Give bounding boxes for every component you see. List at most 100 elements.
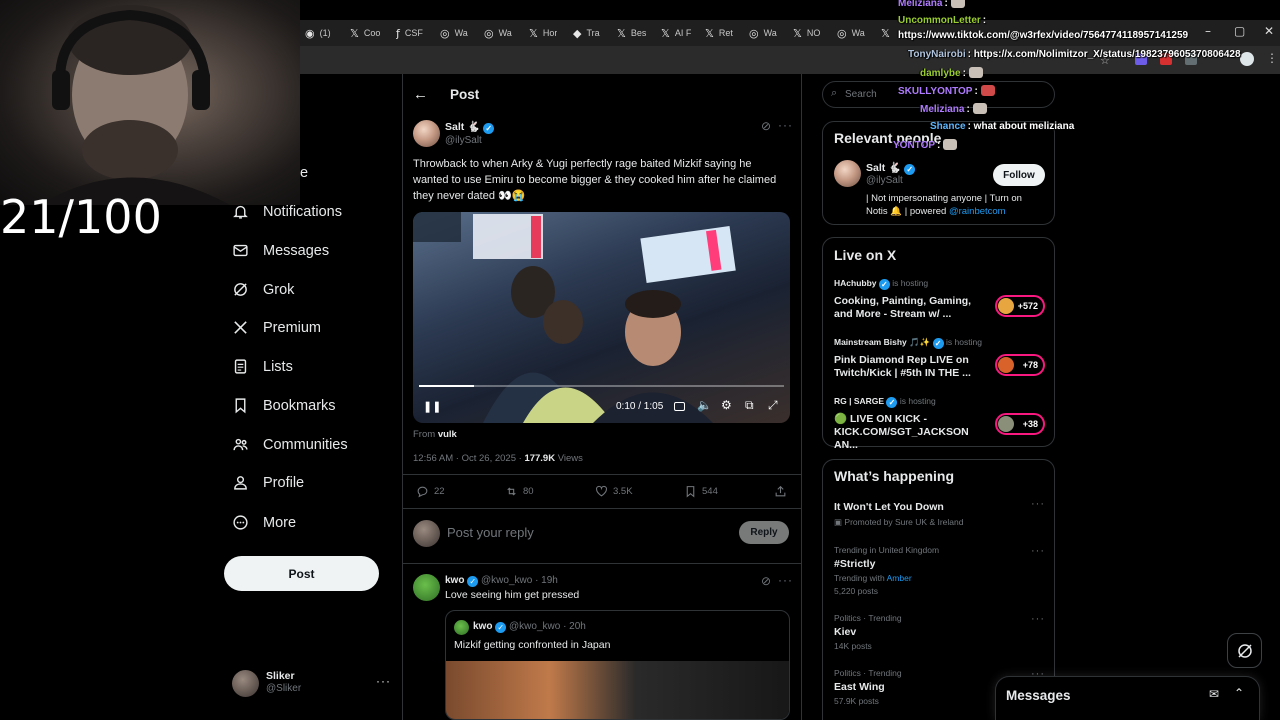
browser-menu-icon[interactable]: ⋮ — [1266, 51, 1278, 65]
more-dots-icon[interactable]: ··· — [376, 674, 391, 688]
post-author[interactable]: Salt 🐇 ✓ — [445, 120, 495, 134]
trend-posts: 57.9K posts — [834, 696, 879, 706]
browser-tab[interactable]: ◎ Wa — [837, 20, 865, 46]
avatar[interactable] — [413, 120, 440, 147]
nav-item-messages[interactable]: Messages — [232, 242, 329, 259]
reply-author[interactable]: kwo ✓ @kwo_kwo · 19h — [445, 575, 558, 587]
hosting-label: is hosting — [892, 278, 929, 288]
nav-item-lists[interactable]: Lists — [232, 358, 293, 375]
trend-name[interactable]: #Strictly — [834, 558, 875, 570]
chat-username: Shance — [930, 121, 966, 132]
video-progress-track[interactable] — [419, 385, 784, 387]
trend-name[interactable]: It Won't Let You Down — [834, 501, 944, 513]
grok-icon[interactable]: ⊘ — [761, 574, 771, 588]
more-circle-icon — [233, 515, 248, 530]
browser-tab[interactable]: 𝕏 — [881, 20, 895, 46]
browser-tab[interactable]: ◎ Wa — [484, 20, 512, 46]
back-arrow-icon[interactable]: ← — [413, 86, 428, 103]
live-title[interactable]: Cooking, Painting, Gaming, and More - St… — [834, 295, 984, 321]
post-text: Throwback to when Arky & Yugi perfectly … — [413, 158, 777, 202]
live-host[interactable]: RG | SARGE ✓ is hosting — [834, 396, 936, 408]
settings-gear-icon[interactable]: ⚙ — [721, 398, 732, 412]
more-dots-icon[interactable]: ··· — [1031, 613, 1045, 625]
browser-tab[interactable]: 𝕏 NO — [793, 20, 820, 46]
card-title: Live on X — [834, 247, 897, 263]
person-name[interactable]: Salt 🐇 ✓ — [866, 161, 916, 175]
translate-icon: ◆ — [573, 26, 582, 40]
person-bio: | Not impersonating anyone | Turn on Not… — [866, 192, 1046, 218]
new-message-icon[interactable]: ✉ — [1209, 687, 1219, 701]
close-icon[interactable]: ✕ — [1264, 24, 1274, 38]
live-host[interactable]: Mainstream Bishy 🎵✨ ✓ is hosting — [834, 337, 982, 349]
live-title[interactable]: Pink Diamond Rep LIVE on Twitch/Kick | #… — [834, 354, 984, 380]
share-icon — [775, 485, 786, 497]
quoted-post[interactable]: kwo ✓ @kwo_kwo · 20h Mizkif getting conf… — [445, 610, 790, 720]
live-listener-count[interactable]: +78 — [995, 354, 1045, 376]
nav-item-premium[interactable]: Premium — [232, 319, 321, 336]
browser-tab[interactable]: 𝕏 Bes — [617, 20, 646, 46]
more-dots-icon[interactable]: ··· — [1031, 498, 1045, 510]
repost-action[interactable]: 80 — [505, 485, 534, 498]
reply-action[interactable]: 22 — [416, 485, 445, 498]
live-listener-count[interactable]: +572 — [995, 295, 1045, 317]
verified-icon: ✓ — [483, 123, 495, 134]
browser-tab[interactable]: 𝕏 Ret — [705, 20, 733, 46]
hosting-label: is hosting — [899, 396, 936, 406]
grok-icon[interactable]: ⊘ — [761, 119, 771, 133]
browser-tab[interactable]: ◎ Wa — [440, 20, 468, 46]
browser-tab[interactable]: ◉ (1) — [305, 20, 331, 46]
maximize-icon[interactable]: ▢ — [1234, 24, 1245, 38]
account-switcher[interactable]: Sliker @Sliker ··· — [232, 670, 397, 700]
live-host[interactable]: HAchubby ✓ is hosting — [834, 278, 928, 290]
reply-input[interactable]: Post your reply — [447, 525, 534, 540]
avatar — [413, 520, 440, 547]
live-listener-count[interactable]: +38 — [995, 413, 1045, 435]
avatar[interactable] — [834, 160, 861, 187]
browser-tab[interactable]: ◆ Tra — [573, 20, 600, 46]
pip-icon[interactable]: ⧉ — [745, 398, 754, 413]
pause-icon[interactable]: ❚❚ — [423, 400, 441, 413]
reply-button[interactable]: Reply — [739, 521, 789, 544]
nav-item-more[interactable]: More — [232, 514, 296, 531]
captions-icon[interactable] — [674, 402, 685, 411]
person-icon — [234, 476, 247, 490]
browser-tab[interactable]: 𝕏 Coo — [350, 20, 380, 46]
video-player[interactable]: ❚❚ 0:10 / 1:05 🔈 ⚙ ⧉ ⤢ — [413, 212, 790, 423]
more-dots-icon[interactable]: ··· — [1031, 545, 1045, 557]
post-button[interactable]: Post — [224, 556, 379, 591]
avatar[interactable] — [413, 574, 440, 601]
grok-floating-button[interactable] — [1227, 633, 1262, 668]
chevron-up-icon[interactable]: ⌃ — [1234, 686, 1244, 700]
messages-drawer[interactable]: Messages ✉ ⌃ — [995, 676, 1260, 720]
envelope-icon — [233, 244, 248, 257]
nav-item-profile[interactable]: Profile — [232, 474, 304, 491]
follow-button[interactable]: Follow — [993, 164, 1045, 186]
nav-item-communities[interactable]: Communities — [232, 436, 348, 453]
like-action[interactable]: 3.5K — [595, 485, 633, 498]
trend-name[interactable]: Kiev — [834, 626, 856, 638]
author-handle[interactable]: @ilySalt — [445, 135, 482, 146]
profile-avatar[interactable] — [1240, 52, 1254, 66]
post-timestamp[interactable]: 12:56 AM · Oct 26, 2025 · — [413, 453, 522, 464]
card-title: What’s happening — [834, 468, 955, 484]
nav-item-bookmarks[interactable]: Bookmarks — [232, 397, 336, 414]
share-action[interactable] — [774, 485, 787, 498]
trend-with-link[interactable]: Amber — [887, 573, 912, 583]
browser-tab[interactable]: ◎ Wa — [749, 20, 777, 46]
tab-label: CSF — [404, 28, 423, 38]
minimize-icon[interactable]: – — [1205, 24, 1211, 38]
browser-tab[interactable]: 𝕏 Hor — [529, 20, 557, 46]
trend-name[interactable]: East Wing — [834, 681, 885, 693]
bookmark-action[interactable]: 544 — [684, 485, 718, 498]
browser-tab[interactable]: 𝕏 AI F — [661, 20, 691, 46]
nav-item-grok[interactable]: Grok — [232, 281, 294, 298]
from-user-link[interactable]: vulk — [438, 429, 457, 440]
volume-icon[interactable]: 🔈 — [697, 398, 712, 412]
more-dots-icon[interactable]: ··· — [778, 118, 793, 132]
bio-link[interactable]: @rainbetcom — [949, 206, 1006, 217]
browser-tab[interactable]: ƒ CSF — [396, 20, 423, 46]
nav-item-notifications[interactable]: Notifications — [232, 203, 342, 220]
live-title[interactable]: 🟢 LIVE ON KICK - KICK.COM/SGT_JACKSON AN… — [834, 413, 984, 452]
more-dots-icon[interactable]: ··· — [778, 573, 793, 587]
fullscreen-icon[interactable]: ⤢ — [768, 398, 778, 413]
